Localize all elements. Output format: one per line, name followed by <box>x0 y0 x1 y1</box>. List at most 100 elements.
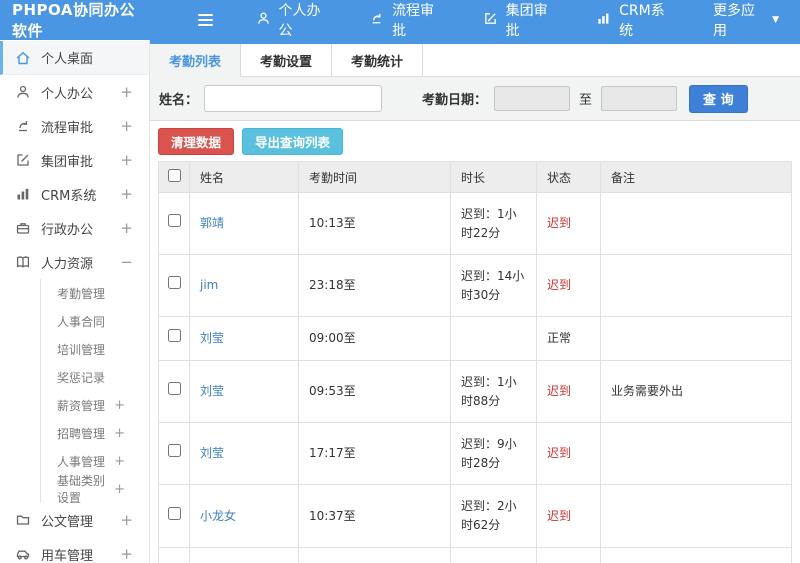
duration <box>450 316 537 361</box>
duration: 迟到：1小时22分 <box>450 191 537 256</box>
attendance-time: 17:17至 <box>298 422 451 486</box>
caret-down-icon: ▼ <box>772 15 779 25</box>
date-from-input[interactable] <box>494 86 571 111</box>
sidebar-item-group-approval[interactable]: 集团审批 + <box>0 143 149 177</box>
name-filter-label: 姓名： <box>159 93 199 108</box>
sidebar-subitem-personnel-management[interactable]: 人事管理 + <box>41 447 149 475</box>
user-icon <box>256 11 271 30</box>
tab-bar: 考勤列表 考勤设置 考勤统计 <box>150 44 800 77</box>
expand-plus-icon: + <box>120 184 133 203</box>
expand-plus-icon: + <box>120 82 133 101</box>
sidebar-subitem-basic-category-settings[interactable]: 基础类别设置 + <box>41 474 149 505</box>
sidebar-subitem-attendance-management[interactable]: 考勤管理 <box>41 279 149 307</box>
app-title: PHPOA协同办公软件 <box>12 1 135 40</box>
row-checkbox[interactable] <box>167 214 181 228</box>
export-list-button[interactable]: 导出查询列表 <box>242 127 344 155</box>
content-area: 考勤列表 考勤设置 考勤统计 姓名： 考勤日期： 至 查 询 清理数据 导出查询… <box>150 40 800 563</box>
chart-icon <box>15 186 32 203</box>
attendance-time: 10:37至 <box>298 484 451 548</box>
employee-name-link[interactable]: 刘莹 <box>200 331 224 345</box>
note <box>600 254 792 318</box>
duration: 迟到：2小时90分 早退：7小时10分 <box>450 546 537 563</box>
expand-plus-icon: + <box>120 544 133 563</box>
attendance-table-container: 姓名 考勤时间 时长 状态 备注 郭靖 10:13至 迟到：1小时22分 迟到 … <box>150 161 800 563</box>
hr-submenu: 考勤管理 人事合同 培训管理 奖惩记录 薪资管理 + 招聘管理 + 人事管理 +… <box>40 279 149 505</box>
sidebar-subitem-salary-management[interactable]: 薪资管理 + <box>41 391 149 419</box>
table-header-row: 姓名 考勤时间 时长 状态 备注 <box>158 161 792 193</box>
attendance-time: 09:00至 <box>298 316 451 361</box>
edit-icon <box>483 11 498 30</box>
table-row: 刘莹 09:00至 正常 <box>158 316 792 361</box>
sidebar-item-personal-office[interactable]: 个人办公 + <box>0 75 149 109</box>
column-header-time: 考勤时间 <box>298 161 451 193</box>
note <box>600 422 792 486</box>
row-checkbox[interactable] <box>167 276 181 290</box>
expand-plus-icon: + <box>114 453 125 469</box>
row-checkbox[interactable] <box>167 329 181 343</box>
attendance-time: 10:13至 <box>298 191 451 256</box>
topnav-more-apps[interactable]: 更多应用 ▼ <box>692 0 800 40</box>
topnav-crm-system[interactable]: CRM系统 <box>575 0 692 40</box>
attendance-time: 09:53至 <box>298 359 451 424</box>
row-checkbox[interactable] <box>167 382 181 396</box>
sidebar-item-admin-office[interactable]: 行政办公 + <box>0 211 149 245</box>
sidebar: 个人桌面 个人办公 + 流程审批 + 集团审批 + CRM系统 + 行政办公 +… <box>0 40 150 563</box>
status: 迟到 <box>536 191 601 256</box>
main-layout: 个人桌面 个人办公 + 流程审批 + 集团审批 + CRM系统 + 行政办公 +… <box>0 40 800 563</box>
sidebar-subitem-recruitment-management[interactable]: 招聘管理 + <box>41 419 149 447</box>
menu-toggle-button[interactable] <box>194 7 217 33</box>
collapse-minus-icon: − <box>120 252 133 271</box>
row-checkbox[interactable] <box>167 506 181 520</box>
status: 迟到/早退 <box>536 546 601 563</box>
filter-bar: 姓名： 考勤日期： 至 查 询 <box>150 77 800 121</box>
row-checkbox[interactable] <box>167 444 181 458</box>
sidebar-subitem-reward-punishment[interactable]: 奖惩记录 <box>41 363 149 391</box>
status: 迟到 <box>536 422 601 486</box>
sidebar-item-workflow-approval[interactable]: 流程审批 + <box>0 109 149 143</box>
sidebar-item-human-resources[interactable]: 人力资源 − <box>0 245 149 279</box>
date-to-input[interactable] <box>601 86 678 111</box>
duration: 迟到：2小时62分 <box>450 484 537 548</box>
employee-name-link[interactable]: 刘莹 <box>200 384 224 398</box>
note <box>600 316 792 361</box>
attendance-table: 姓名 考勤时间 时长 状态 备注 郭靖 10:13至 迟到：1小时22分 迟到 … <box>158 161 792 563</box>
tab-attendance-settings[interactable]: 考勤设置 <box>241 44 333 76</box>
book-icon <box>15 254 32 271</box>
sidebar-subitem-personnel-contract[interactable]: 人事合同 <box>41 307 149 335</box>
sidebar-item-vehicle-management[interactable]: 用车管理 + <box>0 537 149 563</box>
attendance-table-body: 郭靖 10:13至 迟到：1小时22分 迟到 jim 23:18至 迟到：14小… <box>158 191 792 563</box>
column-header-status: 状态 <box>536 161 601 193</box>
table-row: 刘莹 17:17至 迟到：9小时28分 迟到 <box>158 422 792 486</box>
tab-attendance-statistics[interactable]: 考勤统计 <box>332 44 424 76</box>
top-header-bar: PHPOA协同办公软件 个人办公 流程审批 集团审批 CRM系统 更多应用 ▼ <box>0 0 800 40</box>
employee-name-link[interactable]: 刘莹 <box>200 446 224 460</box>
expand-plus-icon: + <box>120 116 133 135</box>
expand-plus-icon: + <box>120 150 133 169</box>
topnav-group-approval[interactable]: 集团审批 <box>462 0 576 40</box>
date-to-label: 至 <box>579 93 593 108</box>
note: 1111 <box>600 546 792 563</box>
sidebar-item-document-management[interactable]: 公文管理 + <box>0 503 149 537</box>
employee-name-link[interactable]: jim <box>200 278 218 292</box>
sidebar-item-personal-desktop[interactable]: 个人桌面 <box>0 41 149 75</box>
name-filter-input[interactable] <box>204 85 383 112</box>
topnav-personal-office[interactable]: 个人办公 <box>235 0 349 40</box>
attendance-time: 23:18至 <box>298 254 451 318</box>
employee-name-link[interactable]: 小龙女 <box>200 509 236 523</box>
table-row: jim 23:18至 迟到：14小时30分 迟到 <box>158 254 792 318</box>
hamburger-icon <box>197 14 213 16</box>
topnav-workflow-approval[interactable]: 流程审批 <box>348 0 462 40</box>
table-row: 郭靖 10:13至 迟到：1小时22分 迟到 <box>158 191 792 256</box>
tab-attendance-list[interactable]: 考勤列表 <box>150 44 242 77</box>
expand-plus-icon: + <box>114 481 125 497</box>
clear-data-button[interactable]: 清理数据 <box>158 127 235 155</box>
sidebar-subitem-training-management[interactable]: 培训管理 <box>41 335 149 363</box>
search-button[interactable]: 查 询 <box>689 84 748 113</box>
employee-name-link[interactable]: 郭靖 <box>200 216 224 230</box>
sidebar-item-crm-system[interactable]: CRM系统 + <box>0 177 149 211</box>
column-header-note: 备注 <box>600 161 792 193</box>
select-all-checkbox[interactable] <box>167 169 181 182</box>
attendance-time: 10:54至10:54 <box>298 546 451 563</box>
note: 业务需要外出 <box>600 359 792 424</box>
note <box>600 191 792 256</box>
